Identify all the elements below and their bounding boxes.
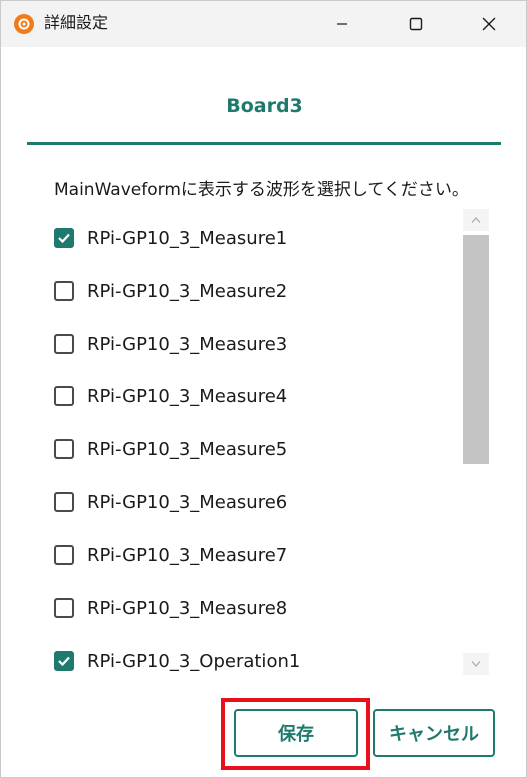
waveform-list-item[interactable]: RPi-GP10_3_Measure3 xyxy=(54,329,287,359)
instruction-text: MainWaveformに表示する波形を選択してください。 xyxy=(54,180,469,200)
chevron-down-icon xyxy=(471,661,481,667)
scroll-down-button[interactable] xyxy=(463,653,489,675)
maximize-button[interactable] xyxy=(393,1,439,47)
waveform-list-item[interactable]: RPi-GP10_3_Measure4 xyxy=(54,381,287,411)
board-title: Board3 xyxy=(226,95,303,117)
window-title: 詳細設定 xyxy=(44,13,109,32)
waveform-checkbox[interactable] xyxy=(54,651,74,671)
waveform-label: RPi-GP10_3_Operation1 xyxy=(87,650,301,672)
waveform-label: RPi-GP10_3_Measure4 xyxy=(87,385,288,407)
waveform-checkbox[interactable] xyxy=(54,439,74,459)
waveform-list-item[interactable]: RPi-GP10_3_Measure8 xyxy=(54,593,287,623)
waveform-label: RPi-GP10_3_Measure2 xyxy=(87,280,288,302)
waveform-label: RPi-GP10_3_Measure5 xyxy=(87,438,288,460)
waveform-checkbox[interactable] xyxy=(54,598,74,618)
minimize-icon xyxy=(337,23,347,25)
waveform-list-item[interactable]: RPi-GP10_3_Measure2 xyxy=(54,276,287,306)
scroll-up-button[interactable] xyxy=(463,209,489,231)
waveform-checkbox[interactable] xyxy=(54,281,74,301)
app-logo-icon xyxy=(14,14,34,34)
waveform-list-item[interactable]: RPi-GP10_3_Operation1 xyxy=(54,646,300,676)
scroll-thumb[interactable] xyxy=(463,235,489,464)
waveform-list-item[interactable]: RPi-GP10_3_Measure6 xyxy=(54,487,287,517)
title-bar[interactable]: 詳細設定 xyxy=(1,1,526,47)
waveform-checkbox[interactable] xyxy=(54,334,74,354)
minimize-button[interactable] xyxy=(319,1,365,47)
waveform-list-item[interactable]: RPi-GP10_3_Measure1 xyxy=(54,223,287,253)
waveform-label: RPi-GP10_3_Measure7 xyxy=(87,544,288,566)
vertical-scrollbar[interactable] xyxy=(463,209,489,677)
checkmark-icon xyxy=(58,233,70,244)
waveform-label: RPi-GP10_3_Measure3 xyxy=(87,333,288,355)
settings-dialog-window: 詳細設定 Board3 MainWaveformに表示する波形を選択してください… xyxy=(0,0,527,778)
waveform-checkbox[interactable] xyxy=(54,228,74,248)
waveform-list-item[interactable]: RPi-GP10_3_Measure5 xyxy=(54,434,287,464)
save-button[interactable]: 保存 xyxy=(234,709,358,757)
waveform-label: RPi-GP10_3_Measure8 xyxy=(87,597,288,619)
close-button[interactable] xyxy=(466,1,512,47)
title-divider xyxy=(27,142,501,145)
close-icon xyxy=(482,17,496,31)
maximize-icon xyxy=(409,17,423,31)
waveform-label: RPi-GP10_3_Measure1 xyxy=(87,227,288,249)
chevron-up-icon xyxy=(471,217,481,223)
waveform-list-item[interactable]: RPi-GP10_3_Measure7 xyxy=(54,540,287,570)
waveform-label: RPi-GP10_3_Measure6 xyxy=(87,491,288,513)
cancel-button[interactable]: キャンセル xyxy=(373,709,495,757)
waveform-checkbox[interactable] xyxy=(54,386,74,406)
waveform-checkbox[interactable] xyxy=(54,545,74,565)
waveform-checkbox[interactable] xyxy=(54,492,74,512)
checkmark-icon xyxy=(58,656,70,667)
